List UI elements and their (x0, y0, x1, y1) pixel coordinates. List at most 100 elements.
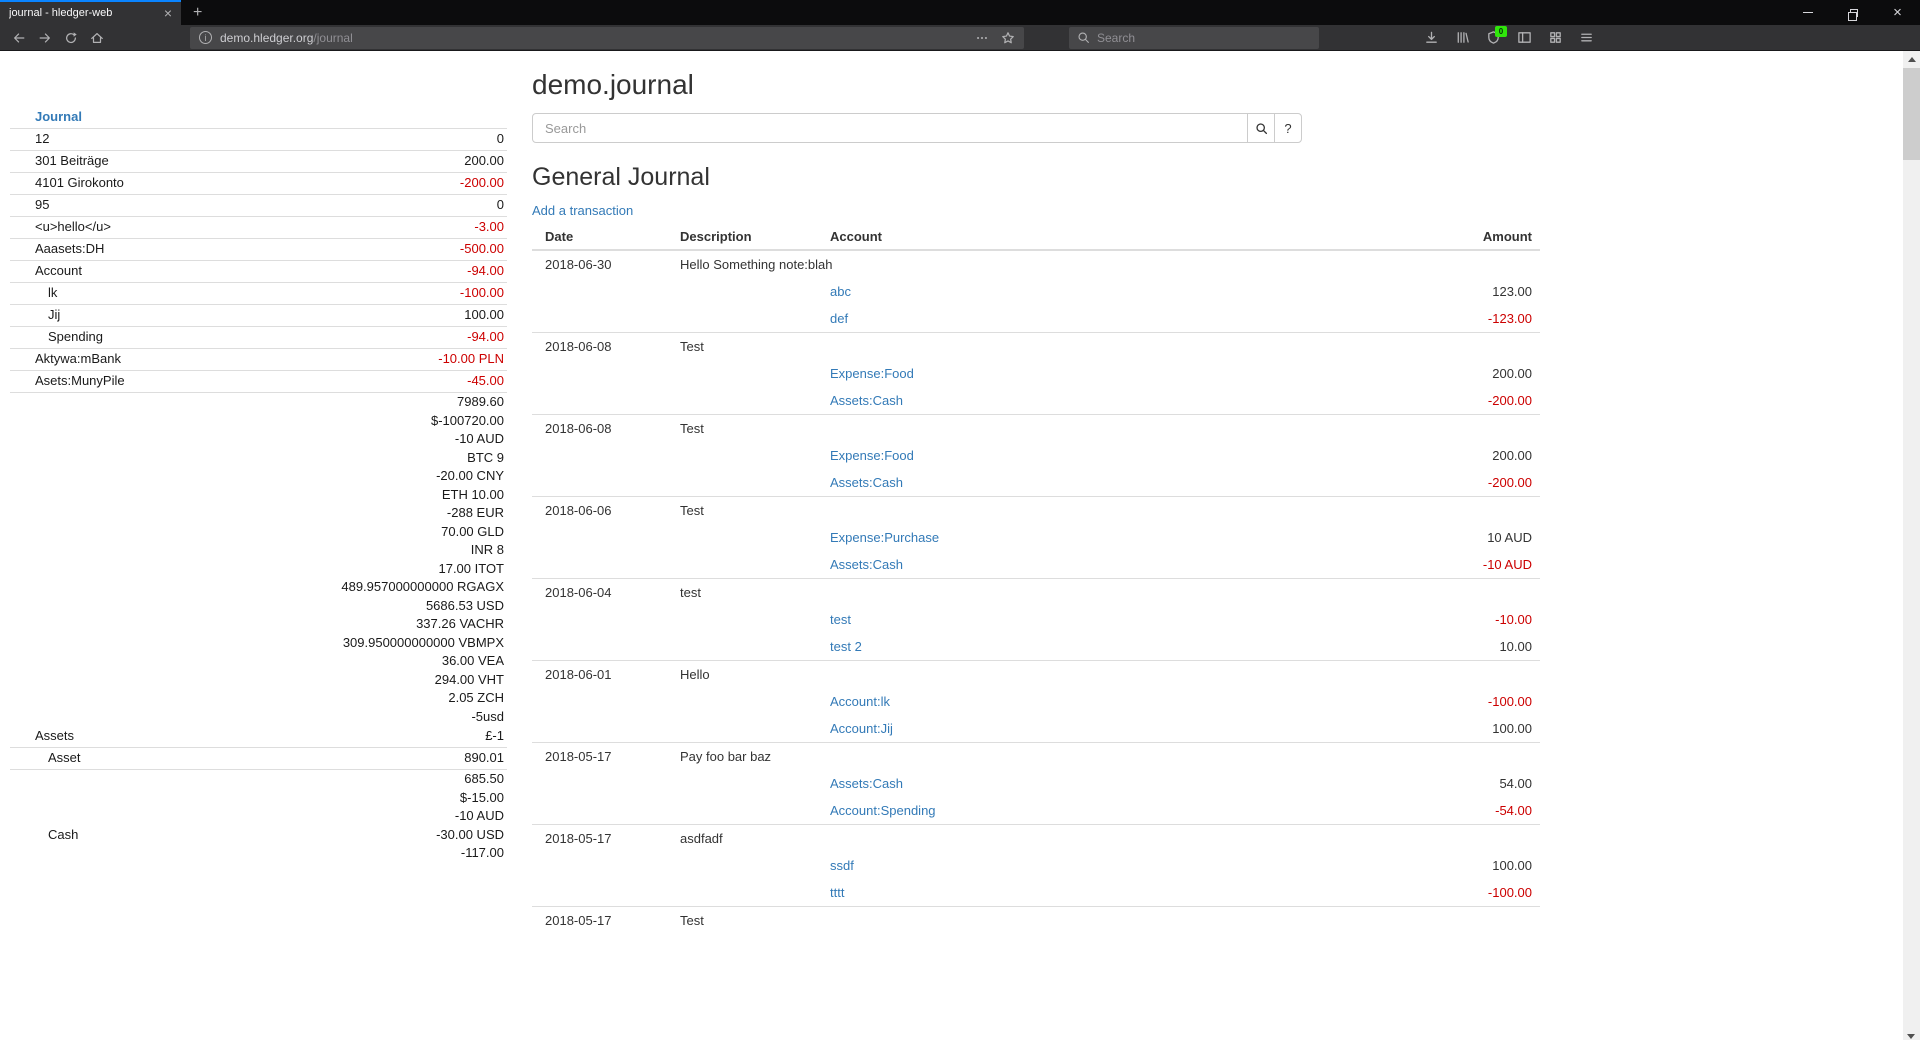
search-submit-button[interactable] (1247, 113, 1275, 143)
tab-close-icon[interactable]: × (164, 6, 172, 20)
browser-tab[interactable]: journal - hledger-web × (0, 0, 181, 25)
posting-account-link[interactable]: Account:Jij (830, 721, 893, 736)
library-button[interactable] (1450, 27, 1474, 49)
restore-button[interactable] (1830, 0, 1875, 25)
transaction-row[interactable]: 2018-05-17Pay foo bar baz (532, 743, 1540, 771)
account-name[interactable]: Spending (10, 329, 103, 345)
sidebar-account-row[interactable]: Asets:MunyPile -45.00 (10, 371, 507, 393)
forward-button[interactable] (32, 27, 58, 49)
transaction-row[interactable]: 2018-06-04test (532, 579, 1540, 607)
sidebar-account-row[interactable]: Aaasets:DH -500.00 (10, 239, 507, 261)
account-name[interactable]: Aktywa:mBank (10, 351, 121, 367)
sidebar-account-row[interactable]: <u>hello</u> -3.00 (10, 217, 507, 239)
sidebar-account-row[interactable]: 4101 Girokonto -200.00 (10, 173, 507, 195)
sidebar-account-row[interactable]: Cash -30.00 USD (10, 826, 507, 845)
transaction-row[interactable]: 2018-06-08Test (532, 415, 1540, 443)
site-info-icon[interactable]: i (199, 31, 212, 44)
sidebar-account-row[interactable]: lk -100.00 (10, 283, 507, 305)
browser-search-bar[interactable]: Search (1069, 27, 1319, 49)
posting-account-link[interactable]: Account:lk (830, 694, 890, 709)
posting-account-link[interactable]: Assets:Cash (830, 393, 903, 408)
transaction-row[interactable]: 2018-05-17asdfadf (532, 825, 1540, 853)
account-name[interactable]: 4101 Girokonto (10, 175, 124, 191)
menu-button[interactable] (1574, 27, 1598, 49)
account-name[interactable]: Cash (10, 827, 78, 844)
account-name[interactable]: Assets (10, 728, 74, 744)
account-name[interactable]: lk (10, 285, 57, 301)
bookmark-star-icon[interactable] (1001, 31, 1015, 45)
sidebar-account-row[interactable]: Spending -94.00 (10, 327, 507, 349)
sidebar-account-row[interactable]: 12 0 (10, 129, 507, 151)
sidebar-account-row: $-100720.00 (10, 412, 507, 431)
posting-account-link[interactable]: Assets:Cash (830, 557, 903, 572)
transaction-row[interactable]: 2018-06-01Hello (532, 661, 1540, 689)
page-scrollbar[interactable] (1903, 51, 1920, 1040)
posting-account-cell: Assets:Cash (822, 469, 1410, 497)
account-name[interactable]: Account (10, 263, 82, 279)
home-button[interactable] (84, 27, 110, 49)
close-button[interactable]: × (1875, 0, 1920, 25)
sidebar-account-row[interactable]: Assets £-1 (10, 726, 507, 748)
account-name[interactable]: Asset (10, 750, 81, 766)
posting-account-link[interactable]: def (830, 311, 848, 326)
sidebar-account-row: -10 AUD (10, 807, 507, 826)
account-name[interactable]: <u>hello</u> (10, 219, 111, 235)
posting-account-link[interactable]: Expense:Food (830, 448, 914, 463)
transaction-amount-cell (1410, 415, 1540, 443)
sidebar-toggle-button[interactable] (1512, 27, 1536, 49)
adblock-extension-button[interactable]: 0 (1481, 27, 1505, 49)
posting-account-link[interactable]: Assets:Cash (830, 475, 903, 490)
page-actions-icon[interactable] (975, 31, 989, 45)
url-bar-actions (975, 31, 1015, 45)
sidebar-account-row[interactable]: Aktywa:mBank -10.00 PLN (10, 349, 507, 371)
posting-account-link[interactable]: Expense:Purchase (830, 530, 939, 545)
search-help-button[interactable]: ? (1274, 113, 1302, 143)
posting-account-link[interactable]: test (830, 612, 851, 627)
account-name[interactable]: 12 (10, 131, 49, 147)
posting-account-link[interactable]: Expense:Food (830, 366, 914, 381)
account-name[interactable]: 95 (10, 197, 49, 213)
account-name[interactable]: Aaasets:DH (10, 241, 104, 257)
sidebar-account-row[interactable]: Asset 890.01 (10, 748, 507, 770)
posting-account-link[interactable]: Assets:Cash (830, 776, 903, 791)
account-name[interactable]: Jij (10, 307, 60, 323)
back-button[interactable] (6, 27, 32, 49)
scroll-up-icon[interactable] (1908, 57, 1916, 62)
transaction-amount-cell (1410, 333, 1540, 361)
new-tab-button[interactable]: + (181, 0, 214, 25)
transaction-row[interactable]: 2018-05-17Test (532, 907, 1540, 935)
sidebar-account-row[interactable]: Jij 100.00 (10, 305, 507, 327)
search-input[interactable] (532, 113, 1248, 143)
add-transaction-link[interactable]: Add a transaction (532, 203, 633, 218)
posting-account-link[interactable]: abc (830, 284, 851, 299)
transaction-row[interactable]: 2018-06-08Test (532, 333, 1540, 361)
minimize-button[interactable] (1785, 0, 1830, 25)
grid-button[interactable] (1543, 27, 1567, 49)
posting-account-link[interactable]: Account:Spending (830, 803, 936, 818)
posting-account-link[interactable]: test 2 (830, 639, 862, 654)
scrollbar-thumb[interactable] (1903, 68, 1920, 160)
posting-account-cell: Expense:Purchase (822, 524, 1410, 551)
posting-amount: -200.00 (1410, 469, 1540, 497)
transaction-row[interactable]: 2018-06-30Hello Something note:blah (532, 250, 1540, 278)
header-description: Description (672, 224, 822, 250)
scroll-down-icon[interactable] (1907, 1034, 1915, 1039)
posting-account-cell: Account:Jij (822, 715, 1410, 743)
posting-amount: 10.00 (1410, 633, 1540, 661)
sidebar-account-row[interactable]: Account -94.00 (10, 261, 507, 283)
downloads-button[interactable] (1419, 27, 1443, 49)
account-balance: 200.00 (464, 153, 504, 169)
transaction-row[interactable]: 2018-06-06Test (532, 497, 1540, 525)
browser-search-placeholder: Search (1097, 31, 1135, 45)
url-bar[interactable]: i demo.hledger.org/journal (190, 27, 1024, 49)
sidebar-account-row[interactable]: 95 0 (10, 195, 507, 217)
account-name[interactable]: Asets:MunyPile (10, 373, 125, 389)
sidebar-account-row[interactable]: 301 Beiträge 200.00 (10, 151, 507, 173)
reload-button[interactable] (58, 27, 84, 49)
posting-account-link[interactable]: ssdf (830, 858, 854, 873)
transaction-amount-cell (1410, 825, 1540, 853)
posting-account-link[interactable]: tttt (830, 885, 844, 900)
posting-row: Assets:Cash-200.00 (532, 387, 1540, 415)
sidebar-journal-link[interactable]: Journal (10, 109, 82, 125)
account-name[interactable]: 301 Beiträge (10, 153, 109, 169)
